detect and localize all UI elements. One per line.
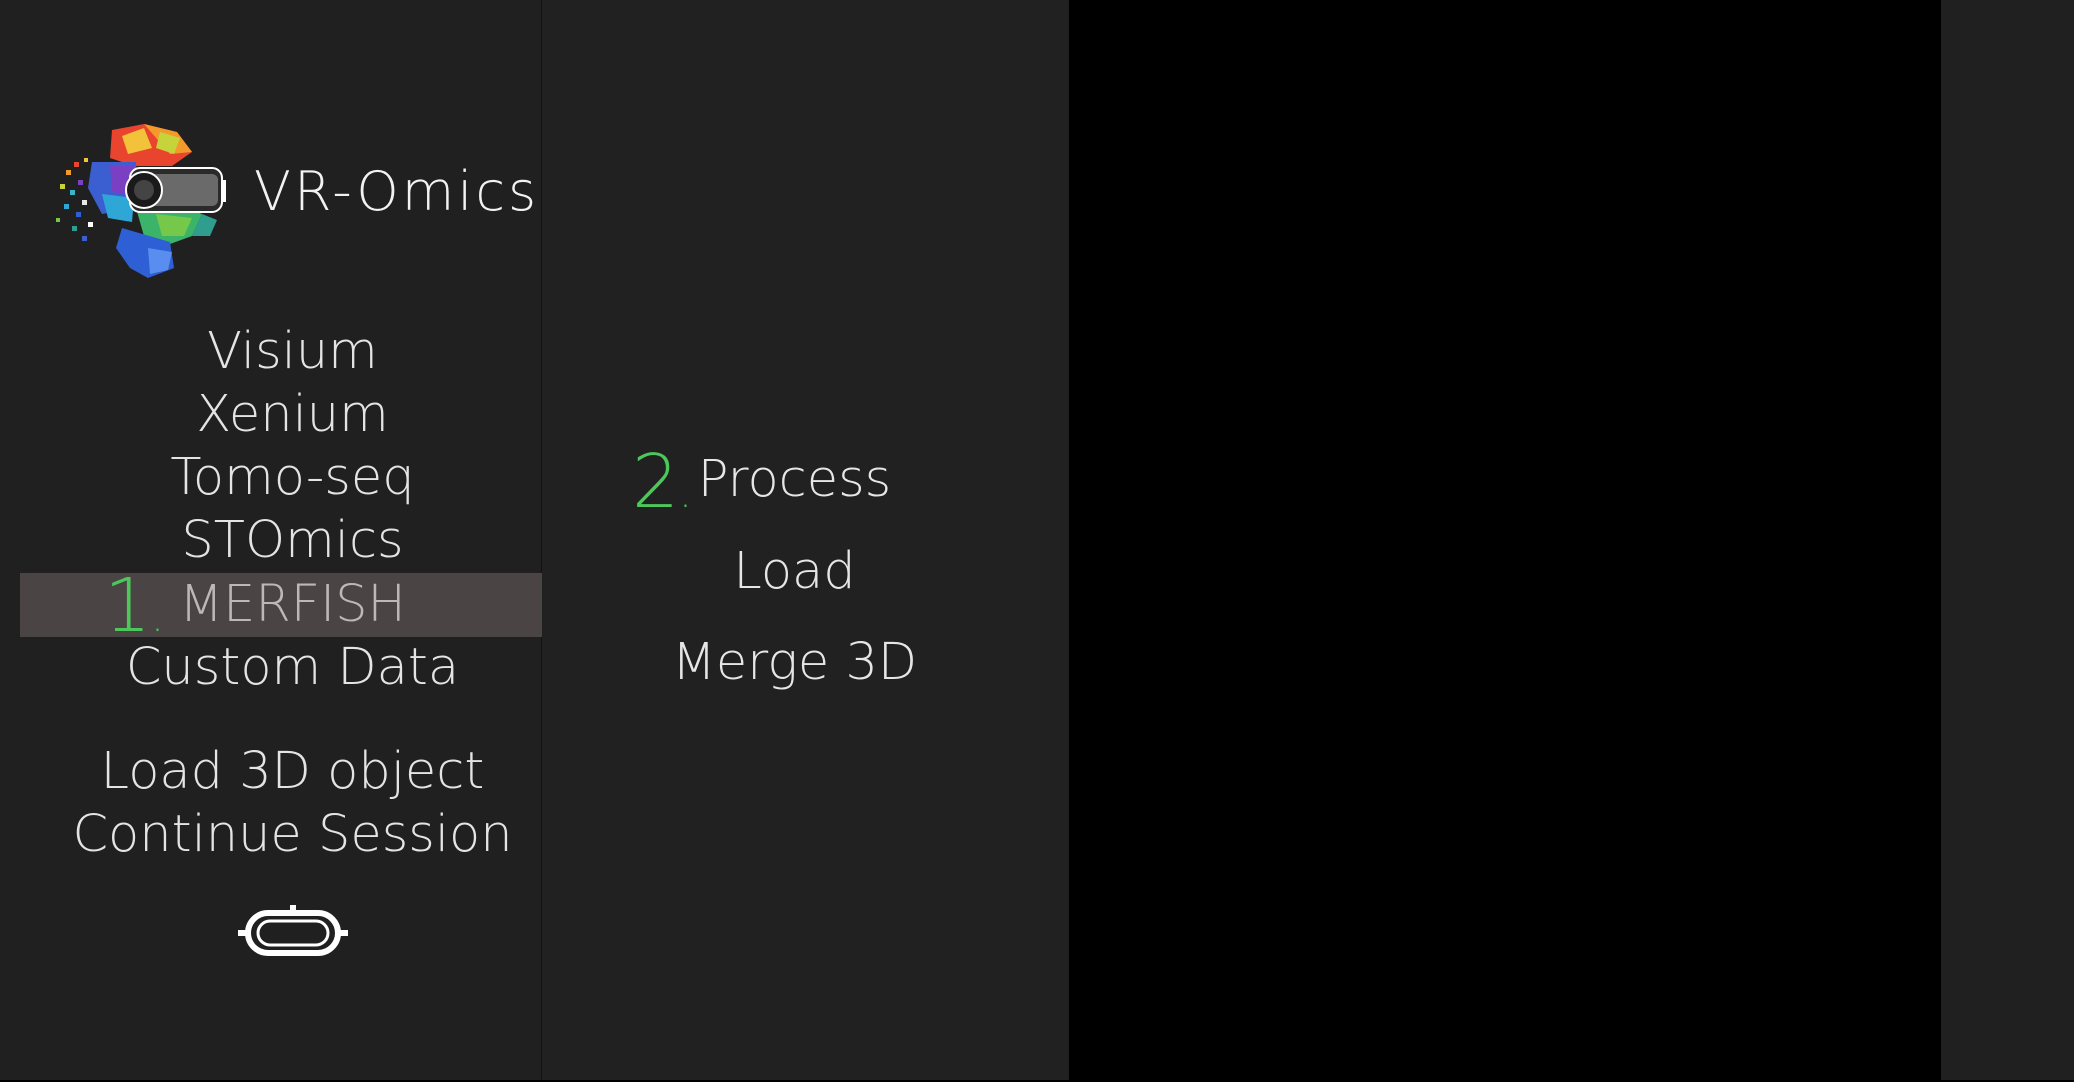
vr-omics-logo xyxy=(56,124,226,278)
submenu-merge-3d-button[interactable]: Merge 3D xyxy=(542,631,1047,695)
menu-item-load-3d-object[interactable]: Load 3D object xyxy=(20,740,565,804)
app-title: VR-Omics xyxy=(254,160,540,223)
menu-item-merfish[interactable]: MERFISH xyxy=(20,573,565,637)
menu-item-xenium[interactable]: Xenium xyxy=(20,383,565,447)
main-menu-panel: VR-Omics Visium Xenium Tomo-seq STOmics … xyxy=(0,0,565,1080)
submenu-process-button[interactable]: Process xyxy=(542,448,1047,512)
step-1-dot: . xyxy=(151,595,164,641)
app-window: VR-Omics Visium Xenium Tomo-seq STOmics … xyxy=(0,0,2074,1082)
right-side-panel xyxy=(1941,0,2074,1080)
menu-item-tomo-seq[interactable]: Tomo-seq xyxy=(20,446,565,510)
step-1-number: 1 xyxy=(104,563,152,649)
submenu-load-button[interactable]: Load xyxy=(542,540,1047,604)
menu-item-custom-data[interactable]: Custom Data xyxy=(20,636,565,700)
vr-headset-icon[interactable] xyxy=(238,903,348,959)
step-1-marker: 1. xyxy=(104,566,164,658)
menu-item-continue-session[interactable]: Continue Session xyxy=(20,803,565,867)
menu-item-stomics[interactable]: STOmics xyxy=(20,509,565,573)
viewport-area xyxy=(1069,0,1941,1080)
menu-item-visium[interactable]: Visium xyxy=(20,320,565,384)
